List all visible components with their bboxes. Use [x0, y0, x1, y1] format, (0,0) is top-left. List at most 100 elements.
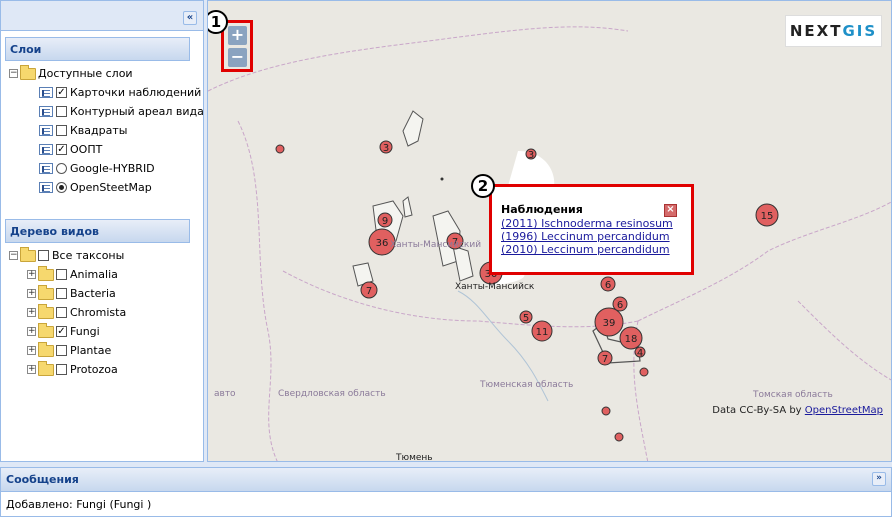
- map-attribution: Data CC-By-SA by OpenStreetMap: [712, 405, 883, 416]
- callout-number: 2: [471, 174, 495, 198]
- expand-icon[interactable]: +: [27, 327, 36, 336]
- expand-icon[interactable]: +: [27, 346, 36, 355]
- region-label: Томская область: [752, 390, 833, 400]
- taxon-item-protozoa[interactable]: + Protozoa: [27, 360, 118, 379]
- taxon-checkbox[interactable]: [56, 288, 67, 299]
- taxon-item-fungi[interactable]: + ✓ Fungi: [27, 322, 100, 341]
- cluster-label: 36: [376, 238, 389, 249]
- taxon-label: Bacteria: [70, 287, 116, 300]
- layer-item-observations[interactable]: ✓ Карточки наблюдений: [39, 83, 201, 102]
- layer-label: ООПТ: [70, 143, 103, 156]
- zoom-out-button[interactable]: −: [228, 48, 247, 67]
- taxon-label: Fungi: [70, 325, 100, 338]
- messages-panel: Сообщения » Добавлено: Fungi (Fungi ): [0, 467, 892, 517]
- layers-root[interactable]: − Доступные слои: [9, 64, 133, 83]
- layer-item-google-hybrid[interactable]: Google-HYBRID: [39, 159, 155, 178]
- popup-title: Наблюдения: [501, 203, 583, 216]
- taxon-item-animalia[interactable]: + Animalia: [27, 265, 118, 284]
- layer-item-squares[interactable]: Квадраты: [39, 121, 127, 140]
- cluster-label: 3: [383, 143, 389, 154]
- city-label: Тюмень: [395, 453, 433, 462]
- taxon-item-plantae[interactable]: + Plantae: [27, 341, 111, 360]
- attribution-link[interactable]: OpenStreetMap: [805, 405, 883, 416]
- folder-open-icon: [20, 246, 36, 262]
- expand-icon[interactable]: +: [27, 308, 36, 317]
- zoom-in-button[interactable]: +: [228, 26, 247, 45]
- cluster-label: 7: [366, 286, 372, 297]
- city-label: Ханты-Мансийск: [455, 282, 535, 292]
- taxon-checkbox[interactable]: ✓: [56, 326, 67, 337]
- messages-header[interactable]: Сообщения »: [1, 468, 891, 492]
- taxon-checkbox[interactable]: [38, 250, 49, 261]
- cluster-label: 39: [603, 318, 616, 329]
- layer-checkbox[interactable]: [56, 125, 67, 136]
- sidebar: « Слои − Доступные слои ✓ Карточки наблю…: [0, 0, 204, 462]
- nextgis-logo: NEXTGIS: [785, 15, 882, 47]
- layer-icon: [39, 182, 53, 193]
- taxon-checkbox[interactable]: [56, 364, 67, 375]
- attribution-text: Data CC-By-SA by: [712, 405, 802, 416]
- taxon-checkbox[interactable]: [56, 307, 67, 318]
- region-label: авто: [214, 389, 236, 399]
- layers-panel-header[interactable]: Слои: [5, 37, 190, 61]
- messages-title: Сообщения: [6, 473, 79, 486]
- taxon-label: Protozoa: [70, 363, 118, 376]
- collapse-icon[interactable]: −: [9, 69, 18, 78]
- layer-label: Квадраты: [70, 124, 128, 137]
- taxon-item-chromista[interactable]: + Chromista: [27, 303, 126, 322]
- folder-icon: [38, 303, 54, 319]
- species-panel-header[interactable]: Дерево видов: [5, 219, 190, 243]
- layer-checkbox[interactable]: ✓: [56, 144, 67, 155]
- cluster-label: 11: [536, 327, 549, 338]
- folder-icon: [38, 284, 54, 300]
- layer-item-contour-range[interactable]: Контурный ареал вида: [39, 102, 204, 121]
- taxon-checkbox[interactable]: [56, 345, 67, 356]
- close-icon[interactable]: ×: [664, 204, 677, 217]
- folder-open-icon: [20, 64, 36, 80]
- region-label: Тюменская область: [479, 380, 573, 390]
- expand-icon[interactable]: +: [27, 289, 36, 298]
- cluster-label: 7: [602, 354, 608, 365]
- layer-radio[interactable]: [56, 182, 67, 193]
- taxon-checkbox[interactable]: [56, 269, 67, 280]
- observation-link[interactable]: (1996) Leccinum percandidum: [501, 230, 683, 243]
- folder-icon: [38, 341, 54, 357]
- region-label: Свердловская область: [278, 389, 386, 399]
- layer-checkbox[interactable]: ✓: [56, 87, 67, 98]
- layer-label: Google-HYBRID: [70, 162, 155, 175]
- cluster-label: 3: [528, 150, 534, 161]
- observation-link[interactable]: (2011) Ischnoderma resinosum: [501, 217, 683, 230]
- expand-icon[interactable]: +: [27, 270, 36, 279]
- taxon-label: Animalia: [70, 268, 118, 281]
- layer-icon: [39, 106, 53, 117]
- cluster-label: 4: [637, 348, 643, 359]
- expand-icon[interactable]: +: [27, 365, 36, 374]
- folder-icon: [38, 265, 54, 281]
- species-root-label: Все таксоны: [52, 249, 125, 262]
- collapse-icon[interactable]: −: [9, 251, 18, 260]
- taxon-label: Plantae: [70, 344, 112, 357]
- folder-icon: [38, 360, 54, 376]
- taxon-label: Chromista: [70, 306, 127, 319]
- species-root[interactable]: − Все таксоны: [9, 246, 124, 265]
- folder-icon: [38, 322, 54, 338]
- cluster-label: 18: [625, 334, 638, 345]
- observation-link[interactable]: (2010) Leccinum percandidum: [501, 243, 683, 256]
- map-view[interactable]: 3 3 15 9 36 7 30 7 6 6 5 11 39 18 4 7 Ха…: [207, 0, 892, 462]
- logo-text: GIS: [842, 22, 878, 40]
- cluster-label: 5: [523, 313, 529, 324]
- layer-radio[interactable]: [56, 163, 67, 174]
- sidebar-toolbar: «: [1, 1, 203, 31]
- region-label: Ханты-Мансийский: [390, 240, 481, 250]
- observations-popup: Наблюдения (2011) Ischnoderma resinosum …: [489, 184, 694, 275]
- taxon-item-bacteria[interactable]: + Bacteria: [27, 284, 116, 303]
- layer-icon: [39, 87, 53, 98]
- layer-icon: [39, 144, 53, 155]
- logo-text: NEXT: [789, 22, 843, 40]
- layer-checkbox[interactable]: [56, 106, 67, 117]
- layer-item-oopt[interactable]: ✓ ООПТ: [39, 140, 102, 159]
- layer-item-openstreetmap[interactable]: OpenSteetMap: [39, 178, 152, 197]
- collapse-sidebar-icon[interactable]: «: [183, 11, 197, 25]
- expand-messages-icon[interactable]: »: [872, 472, 886, 486]
- layer-label: OpenSteetMap: [70, 181, 152, 194]
